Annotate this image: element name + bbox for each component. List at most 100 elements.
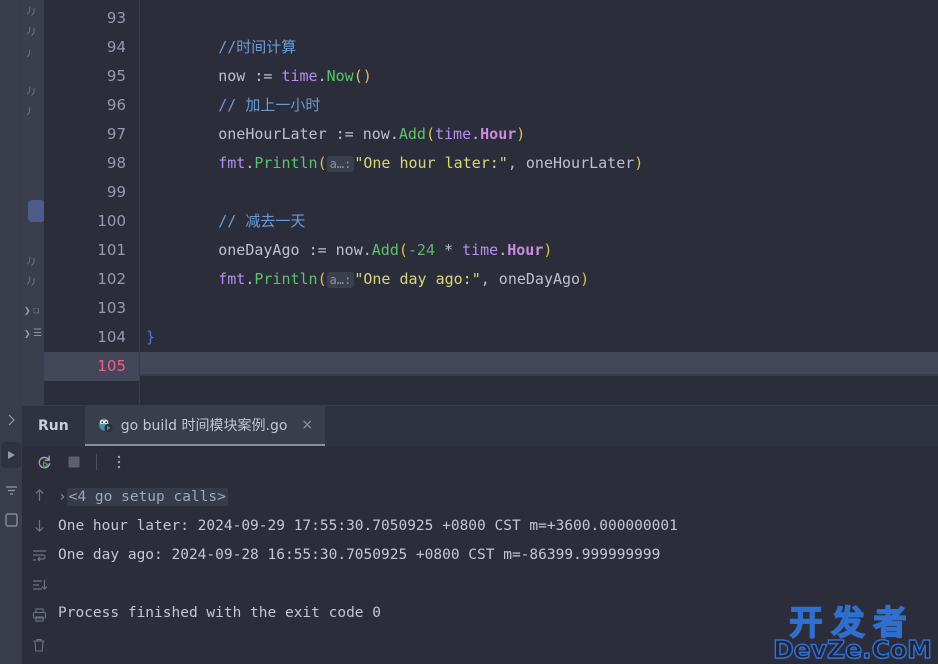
code-token: . xyxy=(498,241,508,259)
expand-chevron-icon[interactable]: ❯ xyxy=(24,328,31,339)
line-number: 94 xyxy=(106,38,126,56)
code-line[interactable]: // 加上一小时 xyxy=(140,91,938,120)
code-line[interactable]: // 减去一天 xyxy=(140,207,938,236)
fold-mark: ⟩ xyxy=(24,106,33,118)
run-panel-title: Run xyxy=(38,418,69,434)
code-token: now xyxy=(146,67,255,85)
code-token: ) xyxy=(580,270,590,288)
code-token: ( xyxy=(317,270,327,288)
fold-caret-icon[interactable]: › xyxy=(58,489,67,505)
line-number: 102 xyxy=(97,270,126,288)
left-tool-stripe[interactable] xyxy=(0,0,22,405)
code-token: time xyxy=(462,241,499,259)
code-string: "One hour later:" xyxy=(354,154,508,172)
close-icon[interactable]: × xyxy=(301,417,313,433)
bracket-icon: ❏ xyxy=(33,305,40,316)
editor-gutter[interactable]: 93 94 95 96 97 98 99 100 101 102 103 104… xyxy=(44,0,140,405)
terminal-icon[interactable] xyxy=(3,512,19,528)
line-number: 95 xyxy=(106,67,126,85)
code-line[interactable]: fmt.Println(a…: "One hour later:", oneHou… xyxy=(140,149,938,178)
list-icon: ☰ xyxy=(33,328,42,339)
console-line: One day ago: 2024-09-28 16:55:30.7050925… xyxy=(58,547,661,563)
editor-region: ⟩⟩ ⟩⟩ ⟩ ⟩⟩ ⟩ ⟩⟩ ⟩⟩ ❯ ❏ ❯ ☰ 93 94 95 96 9… xyxy=(0,0,938,405)
code-line[interactable]: oneHourLater := now.Add(time.Hour) xyxy=(140,120,938,149)
line-number: 93 xyxy=(106,9,126,27)
code-line[interactable]: } xyxy=(140,323,938,352)
run-tab-bar: Run go build 时间模块案例.go × xyxy=(22,406,938,446)
ide-window: ⟩⟩ ⟩⟩ ⟩ ⟩⟩ ⟩ ⟩⟩ ⟩⟩ ❯ ❏ ❯ ☰ 93 94 95 96 9… xyxy=(0,0,938,664)
run-tool-window: Run go build 时间模块案例.go × › <4 go setup c… xyxy=(0,405,938,664)
soft-wrap-icon[interactable] xyxy=(30,544,48,566)
code-line[interactable]: fmt.Println(a…: "One day ago:", oneDayAgo… xyxy=(140,265,938,294)
fold-mark: ⟩⟩ xyxy=(24,25,37,39)
console-folded-line[interactable]: › <4 go setup calls> xyxy=(56,483,938,512)
code-token: Hour xyxy=(507,241,544,259)
code-token: . xyxy=(317,67,327,85)
code-token: () xyxy=(353,67,372,85)
toolbar-divider xyxy=(96,454,97,470)
code-line[interactable] xyxy=(140,4,938,33)
code-token: oneHourLater xyxy=(146,125,336,143)
parameter-hint[interactable]: a…: xyxy=(326,272,355,288)
code-token: , oneHourLater xyxy=(507,154,635,172)
filter-icon[interactable] xyxy=(3,482,19,498)
code-token: := xyxy=(335,125,363,143)
code-line[interactable] xyxy=(140,178,938,207)
code-line[interactable]: oneDayAgo := now.Add(-24 * time.Hour) xyxy=(140,236,938,265)
code-line[interactable]: now := time.Now() xyxy=(140,62,938,91)
go-gopher-icon xyxy=(97,417,113,433)
code-editor[interactable]: //时间计算 now := time.Now() // 加上一小时 oneHou… xyxy=(140,0,938,405)
line-number: 99 xyxy=(106,183,126,201)
folded-summary[interactable]: <4 go setup calls> xyxy=(66,488,228,506)
line-number: 104 xyxy=(97,328,126,346)
clear-all-icon[interactable] xyxy=(30,634,48,656)
code-token: := xyxy=(254,67,282,85)
code-token: Println xyxy=(254,154,318,172)
console-line: One hour later: 2024-09-29 17:55:30.7050… xyxy=(58,518,678,534)
code-token: fmt xyxy=(218,270,246,288)
console-text[interactable]: › <4 go setup calls> One hour later: 2024… xyxy=(56,478,938,664)
code-token: := xyxy=(308,241,336,259)
code-number: -24 xyxy=(407,241,435,259)
code-token: ( xyxy=(425,125,435,143)
scroll-to-end-icon[interactable] xyxy=(30,574,48,596)
code-token: fmt xyxy=(218,154,246,172)
code-token: . xyxy=(471,125,481,143)
code-token: ) xyxy=(516,125,526,143)
fold-mark: ⟩⟩ xyxy=(24,255,37,269)
console-side-toolbar xyxy=(22,478,56,664)
line-number: 100 xyxy=(97,212,126,230)
line-number: 96 xyxy=(106,96,126,114)
code-token: ( xyxy=(398,241,408,259)
console-line: Process finished with the exit code 0 xyxy=(58,605,382,621)
fold-mark: ⟩⟩ xyxy=(24,85,37,99)
run-left-stripe[interactable] xyxy=(0,406,22,664)
code-string: "One day ago:" xyxy=(354,270,481,288)
stop-icon[interactable] xyxy=(64,452,84,472)
code-token: oneDayAgo xyxy=(146,241,309,259)
rerun-icon[interactable] xyxy=(34,452,54,472)
scroll-down-icon[interactable] xyxy=(30,514,48,536)
code-token: Add xyxy=(398,125,426,143)
code-line[interactable]: //时间计算 xyxy=(140,33,938,62)
run-tab-go-build[interactable]: go build 时间模块案例.go × xyxy=(84,406,326,446)
hide-icon[interactable] xyxy=(3,412,19,428)
line-number: 101 xyxy=(97,241,126,259)
bookmark-marker[interactable] xyxy=(28,200,45,222)
code-token: * xyxy=(435,241,463,259)
fold-mark: ⟩⟩ xyxy=(24,5,37,19)
code-token: ) xyxy=(634,154,644,172)
scroll-up-icon[interactable] xyxy=(30,484,48,506)
print-icon[interactable] xyxy=(30,604,48,626)
code-token: time xyxy=(281,67,318,85)
code-token: now. xyxy=(362,125,399,143)
more-options-icon[interactable] xyxy=(109,452,129,472)
run-active-icon[interactable] xyxy=(1,442,21,468)
editor-structure-column[interactable]: ⟩⟩ ⟩⟩ ⟩ ⟩⟩ ⟩ ⟩⟩ ⟩⟩ ❯ ❏ ❯ ☰ xyxy=(22,0,45,405)
expand-chevron-icon[interactable]: ❯ xyxy=(24,305,31,316)
code-comment: // 减去一天 xyxy=(146,212,306,230)
code-line[interactable] xyxy=(140,294,938,323)
parameter-hint[interactable]: a…: xyxy=(326,156,355,172)
code-token: Println xyxy=(254,270,318,288)
